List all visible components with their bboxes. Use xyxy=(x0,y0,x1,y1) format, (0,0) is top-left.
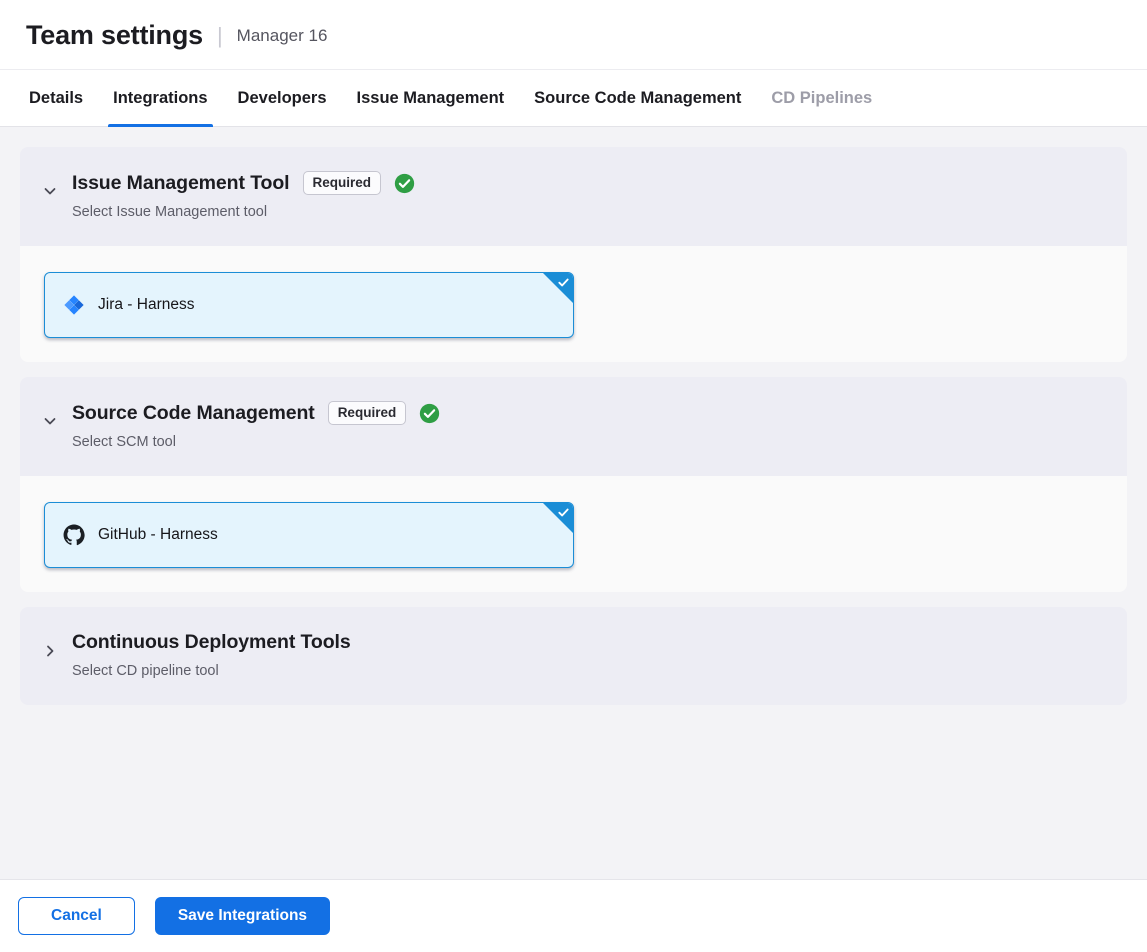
section-options: Jira - Harness xyxy=(20,246,1127,362)
selected-check-icon xyxy=(557,506,570,519)
tab-source-code-management[interactable]: Source Code Management xyxy=(519,70,756,126)
tab-issue-management[interactable]: Issue Management xyxy=(342,70,520,126)
integrations-content: Issue Management Tool Required Select Is… xyxy=(0,127,1147,879)
expand-section-button[interactable] xyxy=(38,637,62,665)
save-integrations-button[interactable]: Save Integrations xyxy=(155,897,330,935)
settings-tabbar: Details Integrations Developers Issue Ma… xyxy=(0,70,1147,127)
github-icon xyxy=(63,524,85,546)
section-title: Issue Management Tool xyxy=(72,172,290,195)
page-title: Team settings xyxy=(26,20,203,51)
collapse-section-button[interactable] xyxy=(38,407,62,435)
section-title: Source Code Management xyxy=(72,402,315,425)
section-continuous-deployment-tools: Continuous Deployment Tools Select CD pi… xyxy=(20,607,1127,705)
section-options: GitHub - Harness xyxy=(20,476,1127,592)
chevron-down-icon xyxy=(42,183,58,199)
tab-integrations[interactable]: Integrations xyxy=(98,70,222,126)
check-circle-icon xyxy=(394,173,415,194)
section-source-code-management: Source Code Management Required Select S… xyxy=(20,377,1127,592)
collapse-section-button[interactable] xyxy=(38,177,62,205)
tab-cd-pipelines[interactable]: CD Pipelines xyxy=(756,70,887,126)
page-header: Team settings | Manager 16 xyxy=(0,0,1147,70)
required-badge: Required xyxy=(303,171,382,195)
section-subtitle: Select Issue Management tool xyxy=(72,204,415,220)
section-issue-management-tool: Issue Management Tool Required Select Is… xyxy=(20,147,1127,362)
title-separator: | xyxy=(217,23,223,49)
section-header: Source Code Management Required Select S… xyxy=(20,377,1127,476)
section-subtitle: Select CD pipeline tool xyxy=(72,663,351,679)
option-jira-harness[interactable]: Jira - Harness xyxy=(44,272,574,338)
option-label: Jira - Harness xyxy=(98,296,194,314)
team-name-label: Manager 16 xyxy=(237,26,328,46)
tab-details[interactable]: Details xyxy=(14,70,98,126)
check-circle-icon xyxy=(419,403,440,424)
section-header-text: Source Code Management Required Select S… xyxy=(72,401,440,450)
section-header: Continuous Deployment Tools Select CD pi… xyxy=(20,607,1127,705)
required-badge: Required xyxy=(328,401,407,425)
team-settings-page: Team settings | Manager 16 Details Integ… xyxy=(0,0,1147,952)
cancel-button[interactable]: Cancel xyxy=(18,897,135,935)
chevron-down-icon xyxy=(42,413,58,429)
section-subtitle: Select SCM tool xyxy=(72,434,440,450)
jira-icon xyxy=(63,294,85,316)
option-label: GitHub - Harness xyxy=(98,526,218,544)
option-github-harness[interactable]: GitHub - Harness xyxy=(44,502,574,568)
actions-footer: Cancel Save Integrations xyxy=(0,879,1147,952)
selected-check-icon xyxy=(557,276,570,289)
section-title: Continuous Deployment Tools xyxy=(72,631,351,654)
section-header: Issue Management Tool Required Select Is… xyxy=(20,147,1127,246)
chevron-right-icon xyxy=(42,643,58,659)
section-header-text: Continuous Deployment Tools Select CD pi… xyxy=(72,631,351,679)
section-header-text: Issue Management Tool Required Select Is… xyxy=(72,171,415,220)
tab-developers[interactable]: Developers xyxy=(223,70,342,126)
